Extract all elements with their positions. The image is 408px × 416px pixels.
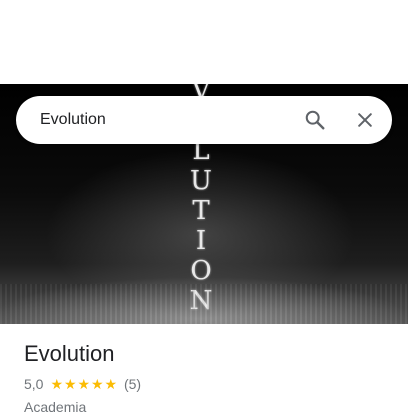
search-bar[interactable] bbox=[16, 96, 392, 144]
photo-floor bbox=[0, 284, 408, 324]
star-icon: ★ bbox=[104, 376, 118, 392]
rating-stars: ★ ★ ★ ★ ★ bbox=[50, 377, 118, 391]
search-icon bbox=[305, 110, 325, 130]
star-icon: ★ bbox=[77, 376, 91, 392]
star-icon: ★ bbox=[63, 376, 77, 392]
photo-letter: I bbox=[195, 226, 207, 256]
star-icon: ★ bbox=[50, 376, 64, 392]
clear-search-button[interactable] bbox=[351, 106, 379, 134]
rating-value: 5,0 bbox=[24, 376, 44, 392]
place-info: Evolution 5,0 ★ ★ ★ ★ ★ (5) Academia bbox=[24, 340, 394, 416]
photo-letter: O bbox=[190, 256, 212, 286]
star-icon: ★ bbox=[90, 376, 104, 392]
search-button[interactable] bbox=[301, 106, 329, 134]
place-name: Evolution bbox=[24, 341, 115, 366]
photo-letter: T bbox=[192, 196, 210, 226]
place-category: Academia bbox=[24, 399, 87, 415]
search-input[interactable] bbox=[40, 108, 290, 132]
review-count[interactable]: (5) bbox=[124, 376, 141, 392]
photo-letter: U bbox=[190, 166, 212, 196]
map-top-area bbox=[0, 0, 408, 84]
close-icon bbox=[358, 113, 372, 127]
rating-row[interactable]: 5,0 ★ ★ ★ ★ ★ (5) bbox=[24, 374, 394, 394]
